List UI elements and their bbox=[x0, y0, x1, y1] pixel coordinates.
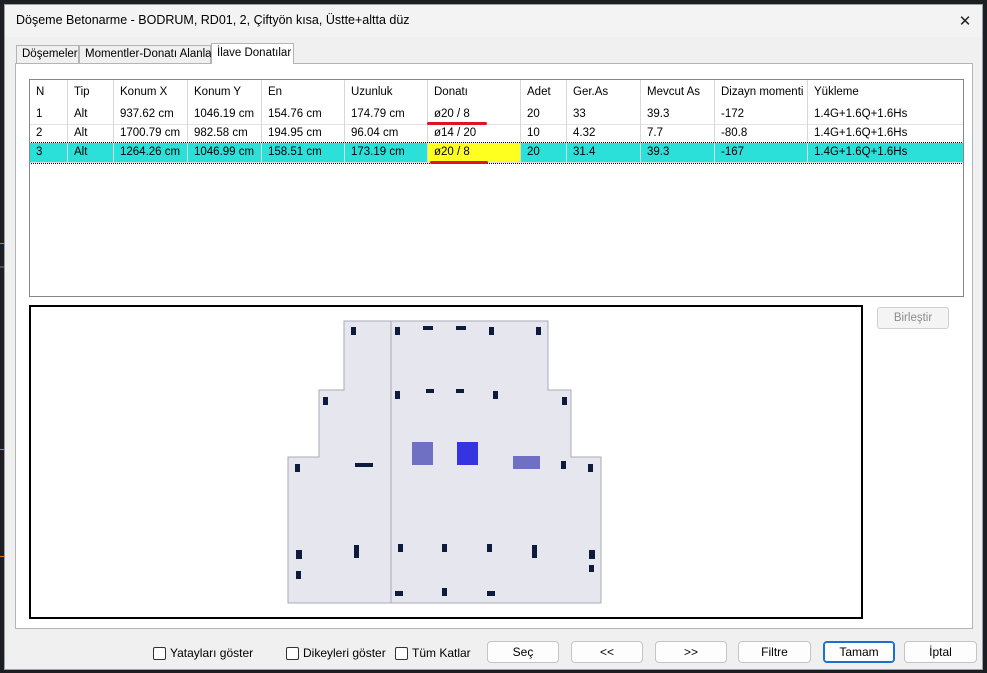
close-icon: ✕ bbox=[958, 13, 972, 30]
cell-donati: ø14 / 20 bbox=[428, 124, 521, 143]
yataylari-goster-checkbox[interactable]: Yatayları göster bbox=[153, 645, 253, 661]
cell-uzunluk: 96.04 cm bbox=[345, 124, 428, 143]
cell-yukleme: 1.4G+1.6Q+1.6Hs bbox=[808, 124, 963, 143]
column-header[interactable]: Donatı bbox=[428, 80, 521, 105]
cell-ger-as: 4.32 bbox=[567, 124, 641, 143]
tamam-button[interactable]: Tamam bbox=[823, 641, 895, 663]
column-header[interactable]: Yükleme bbox=[808, 80, 963, 105]
cell-mevcut-as: 39.3 bbox=[641, 105, 715, 124]
slab-drawing bbox=[287, 320, 602, 604]
checkbox-label: Tüm Katlar bbox=[412, 646, 471, 660]
cell-yukleme: 1.4G+1.6Q+1.6Hs bbox=[808, 143, 963, 162]
cell-adet: 20 bbox=[521, 143, 567, 162]
checkbox-label: Yatayları göster bbox=[170, 646, 254, 660]
cell-adet: 20 bbox=[521, 105, 567, 124]
cell-dizayn-momenti: -80.8 bbox=[715, 124, 808, 143]
iptal-button[interactable]: İptal bbox=[904, 641, 977, 663]
cell-tip: Alt bbox=[68, 124, 114, 143]
cell-konum-x: 1700.79 cm bbox=[114, 124, 188, 143]
column-header[interactable]: Uzunluk bbox=[345, 80, 428, 105]
tab-ilave-donatilar[interactable]: İlave Donatılar bbox=[211, 43, 294, 64]
cell-mevcut-as: 7.7 bbox=[641, 124, 715, 143]
column-header[interactable]: Mevcut As bbox=[641, 80, 715, 105]
column-header[interactable]: Adet bbox=[521, 80, 567, 105]
checkbox-label: Dikeyleri göster bbox=[303, 646, 386, 660]
slab-outline bbox=[287, 320, 602, 604]
cell-konum-y: 982.58 cm bbox=[188, 124, 262, 143]
column-header[interactable]: En bbox=[262, 80, 345, 105]
column-header[interactable]: Tip bbox=[68, 80, 114, 105]
reinforcement-area-selected bbox=[457, 442, 478, 465]
cell-dizayn-momenti: -167 bbox=[715, 143, 808, 162]
cell-konum-x: 1264.26 cm bbox=[114, 143, 188, 162]
cell-konum-x: 937.62 cm bbox=[114, 105, 188, 124]
column-header[interactable]: Ger.As bbox=[567, 80, 641, 105]
cell-ger-as: 31.4 bbox=[567, 143, 641, 162]
column-header[interactable]: N bbox=[30, 80, 68, 105]
cell-en: 154.76 cm bbox=[262, 105, 345, 124]
close-button[interactable]: ✕ bbox=[952, 8, 978, 34]
tab-momentler[interactable]: Momentler-Donatı Alanları bbox=[79, 45, 219, 63]
table-header: N Tip Konum X Konum Y En Uzunluk Donatı … bbox=[30, 80, 963, 105]
table-row[interactable]: 2 Alt 1700.79 cm 982.58 cm 194.95 cm 96.… bbox=[30, 124, 963, 144]
window-title: Döşeme Betonarme - BODRUM, RD01, 2, Çift… bbox=[16, 13, 410, 27]
checkbox-box[interactable] bbox=[286, 646, 299, 660]
tab-dosemeler[interactable]: Döşemeler bbox=[16, 45, 79, 63]
column-header[interactable]: Konum X bbox=[114, 80, 188, 105]
cell-uzunluk: 174.79 cm bbox=[345, 105, 428, 124]
cell-konum-y: 1046.99 cm bbox=[188, 143, 262, 162]
filtre-button[interactable]: Filtre bbox=[738, 641, 811, 663]
cell-en: 158.51 cm bbox=[262, 143, 345, 162]
birlestir-button[interactable]: Birleştir bbox=[877, 307, 949, 329]
reinforcement-area-1 bbox=[412, 442, 433, 465]
red-underline-annotation bbox=[430, 161, 488, 164]
cell-konum-y: 1046.19 cm bbox=[188, 105, 262, 124]
tum-katlar-checkbox[interactable]: Tüm Katlar bbox=[395, 645, 471, 661]
slab-preview[interactable] bbox=[29, 305, 863, 619]
reinforcement-table: N Tip Konum X Konum Y En Uzunluk Donatı … bbox=[29, 79, 964, 297]
cell-donati-highlighted[interactable]: ø20 / 8 bbox=[428, 143, 521, 162]
next-button[interactable]: >> bbox=[655, 641, 727, 663]
cell-adet: 10 bbox=[521, 124, 567, 143]
dialog-window: Döşeme Betonarme - BODRUM, RD01, 2, Çift… bbox=[4, 4, 983, 670]
checkbox-box[interactable] bbox=[395, 646, 408, 660]
cell-en: 194.95 cm bbox=[262, 124, 345, 143]
cell-n: 3 bbox=[30, 143, 68, 162]
cell-n: 2 bbox=[30, 124, 68, 143]
checkbox-box[interactable] bbox=[153, 646, 166, 660]
table-row-selected[interactable]: 3 Alt 1264.26 cm 1046.99 cm 158.51 cm 17… bbox=[30, 142, 963, 164]
cell-mevcut-as: 39.3 bbox=[641, 143, 715, 162]
dikeyleri-goster-checkbox[interactable]: Dikeyleri göster bbox=[286, 645, 386, 661]
red-underline-annotation bbox=[427, 122, 487, 125]
cell-tip: Alt bbox=[68, 143, 114, 162]
cell-tip: Alt bbox=[68, 105, 114, 124]
cell-uzunluk: 173.19 cm bbox=[345, 143, 428, 162]
column-header[interactable]: Dizayn momenti bbox=[715, 80, 808, 105]
cell-n: 1 bbox=[30, 105, 68, 124]
table-row[interactable]: 1 Alt 937.62 cm 1046.19 cm 154.76 cm 174… bbox=[30, 105, 963, 125]
cell-yukleme: 1.4G+1.6Q+1.6Hs bbox=[808, 105, 963, 124]
titlebar: Döşeme Betonarme - BODRUM, RD01, 2, Çift… bbox=[5, 5, 982, 37]
cell-ger-as: 33 bbox=[567, 105, 641, 124]
cell-dizayn-momenti: -172 bbox=[715, 105, 808, 124]
reinforcement-area-2 bbox=[513, 456, 540, 469]
column-header[interactable]: Konum Y bbox=[188, 80, 262, 105]
previous-button[interactable]: << bbox=[571, 641, 643, 663]
sec-button[interactable]: Seç bbox=[487, 641, 559, 663]
